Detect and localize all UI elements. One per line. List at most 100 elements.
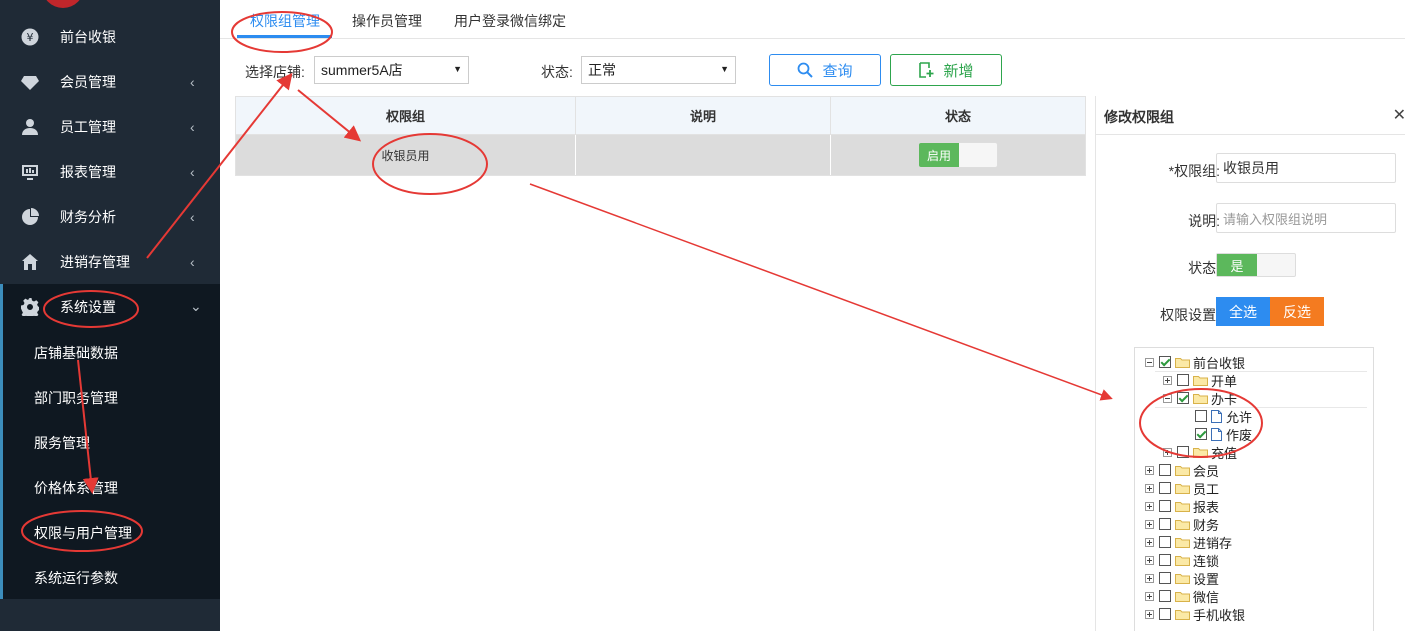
tree-checkbox[interactable] — [1177, 446, 1189, 458]
submenu-item-store-data[interactable]: 店铺基础数据 — [34, 343, 118, 363]
tree-checkbox[interactable] — [1159, 356, 1171, 368]
table-row[interactable]: 收银员用 启用 — [236, 135, 1085, 175]
expand-icon[interactable] — [1163, 447, 1172, 457]
desc-input[interactable]: 请输入权限组说明 — [1216, 203, 1396, 233]
tree-node[interactable]: 手机收银 — [1145, 605, 1245, 623]
select-all-button[interactable]: 全选 — [1216, 297, 1270, 326]
store-select[interactable]: summer5A店 ▼ — [314, 56, 469, 84]
expand-icon[interactable] — [1145, 573, 1154, 583]
column-header-group: 权限组 — [236, 97, 576, 134]
invert-selection-button[interactable]: 反选 — [1270, 297, 1324, 326]
tree-checkbox[interactable] — [1159, 500, 1171, 512]
chevron-left-icon: ‹ — [190, 73, 195, 90]
submenu-item-permissions[interactable]: 权限与用户管理 — [34, 523, 132, 543]
form-status-toggle[interactable]: 是 — [1216, 253, 1296, 277]
tree-checkbox[interactable] — [1159, 572, 1171, 584]
panel-title: 修改权限组 — [1104, 109, 1174, 125]
tree-node-label: 进销存 — [1193, 535, 1233, 551]
sidebar-item-finance[interactable]: 财务分析 ‹ — [0, 194, 220, 239]
document-icon — [1211, 409, 1222, 423]
tree-node-label: 开单 — [1211, 373, 1238, 389]
add-button[interactable]: 新增 — [890, 54, 1002, 86]
tree-checkbox[interactable] — [1195, 428, 1207, 440]
tree-checkbox[interactable] — [1177, 392, 1189, 404]
caret-down-icon: ▼ — [453, 64, 462, 74]
folder-icon — [1175, 555, 1190, 566]
table-header: 权限组 说明 状态 — [236, 97, 1085, 135]
sidebar-item-members[interactable]: 会员管理 ‹ — [0, 59, 220, 104]
tree-row-divider — [1155, 407, 1367, 408]
tree-checkbox[interactable] — [1159, 590, 1171, 602]
tree-node-label: 办卡 — [1211, 391, 1238, 407]
expand-icon[interactable] — [1145, 555, 1154, 565]
sidebar-item-staff[interactable]: 员工管理 ‹ — [0, 104, 220, 149]
tree-node-label: 会员 — [1193, 463, 1220, 479]
main-content: 权限组管理 操作员管理 用户登录微信绑定 选择店铺: summer5A店 ▼ 状… — [220, 0, 1405, 631]
query-button[interactable]: 查询 — [769, 54, 881, 86]
tree-node[interactable]: 会员 — [1145, 461, 1219, 479]
tree-node[interactable]: 前台收银 — [1145, 353, 1245, 371]
tree-node[interactable]: 员工 — [1145, 479, 1219, 497]
tree-node[interactable]: 允许 — [1181, 407, 1252, 425]
tab-operators[interactable]: 操作员管理 — [352, 11, 422, 31]
sidebar-item-cashier[interactable]: ¥ 前台收银 — [0, 14, 220, 59]
expand-icon[interactable] — [1145, 519, 1154, 529]
sidebar-footer — [0, 599, 220, 631]
chevron-left-icon: ‹ — [190, 118, 195, 135]
submenu-item-services[interactable]: 服务管理 — [34, 433, 90, 453]
tree-node[interactable]: 作废 — [1181, 425, 1252, 443]
diamond-icon — [21, 73, 39, 91]
tree-node[interactable]: 充值 — [1163, 443, 1237, 461]
tree-node[interactable]: 开单 — [1163, 371, 1237, 389]
cell-group: 收银员用 — [236, 135, 576, 175]
tree-checkbox[interactable] — [1177, 374, 1189, 386]
status-toggle[interactable]: 启用 — [918, 142, 998, 168]
tree-node[interactable]: 设置 — [1145, 569, 1219, 587]
collapse-icon[interactable] — [1145, 357, 1154, 367]
tree-node[interactable]: 微信 — [1145, 587, 1219, 605]
tree-checkbox[interactable] — [1159, 518, 1171, 530]
tree-node[interactable]: 财务 — [1145, 515, 1219, 533]
form-status-toggle-label: 是 — [1217, 254, 1257, 276]
tree-node[interactable]: 进销存 — [1145, 533, 1232, 551]
expand-icon[interactable] — [1145, 537, 1154, 547]
folder-icon — [1175, 519, 1190, 530]
tree-checkbox[interactable] — [1159, 536, 1171, 548]
submenu — [0, 284, 220, 599]
sidebar-item-settings[interactable]: 系统设置 ⌄ — [0, 284, 220, 329]
sidebar-item-inventory[interactable]: 进销存管理 ‹ — [0, 239, 220, 284]
tree-node[interactable]: 报表 — [1145, 497, 1219, 515]
group-name-value: 收银员用 — [1223, 160, 1279, 176]
close-icon[interactable]: ✕ — [1393, 105, 1405, 125]
submenu-item-departments[interactable]: 部门职务管理 — [34, 388, 118, 408]
user-icon — [21, 118, 39, 136]
cell-status: 启用 — [831, 135, 1085, 175]
sidebar-item-reports[interactable]: 报表管理 ‹ — [0, 149, 220, 194]
tab-wechat-binding[interactable]: 用户登录微信绑定 — [454, 11, 566, 31]
tree-checkbox[interactable] — [1159, 464, 1171, 476]
store-select-value: summer5A店 — [321, 62, 403, 78]
tree-checkbox[interactable] — [1159, 482, 1171, 494]
submenu-item-runtime-params[interactable]: 系统运行参数 — [34, 568, 118, 588]
group-name-input[interactable]: 收银员用 — [1216, 153, 1396, 183]
submenu-item-pricing[interactable]: 价格体系管理 — [34, 478, 118, 498]
tree-node[interactable]: 连锁 — [1145, 551, 1219, 569]
expand-icon[interactable] — [1145, 501, 1154, 511]
tab-permission-groups[interactable]: 权限组管理 — [250, 11, 320, 31]
expand-icon[interactable] — [1145, 609, 1154, 619]
collapse-icon[interactable] — [1163, 393, 1172, 403]
expand-icon[interactable] — [1145, 483, 1154, 493]
chevron-left-icon: ‹ — [190, 208, 195, 225]
tree-checkbox[interactable] — [1195, 410, 1207, 422]
folder-icon — [1193, 375, 1208, 386]
add-button-label: 新增 — [943, 62, 974, 80]
tree-checkbox[interactable] — [1159, 608, 1171, 620]
expand-icon[interactable] — [1163, 375, 1172, 385]
tree-checkbox[interactable] — [1159, 554, 1171, 566]
sidebar: ¥ 前台收银 会员管理 ‹ 员工管理 ‹ 报表管理 ‹ 财务分析 ‹ 进销存管理… — [0, 0, 220, 631]
active-tab-indicator — [237, 35, 332, 38]
expand-icon[interactable] — [1145, 465, 1154, 475]
status-select[interactable]: 正常 ▼ — [581, 56, 736, 84]
tree-node[interactable]: 办卡 — [1163, 389, 1237, 407]
expand-icon[interactable] — [1145, 591, 1154, 601]
